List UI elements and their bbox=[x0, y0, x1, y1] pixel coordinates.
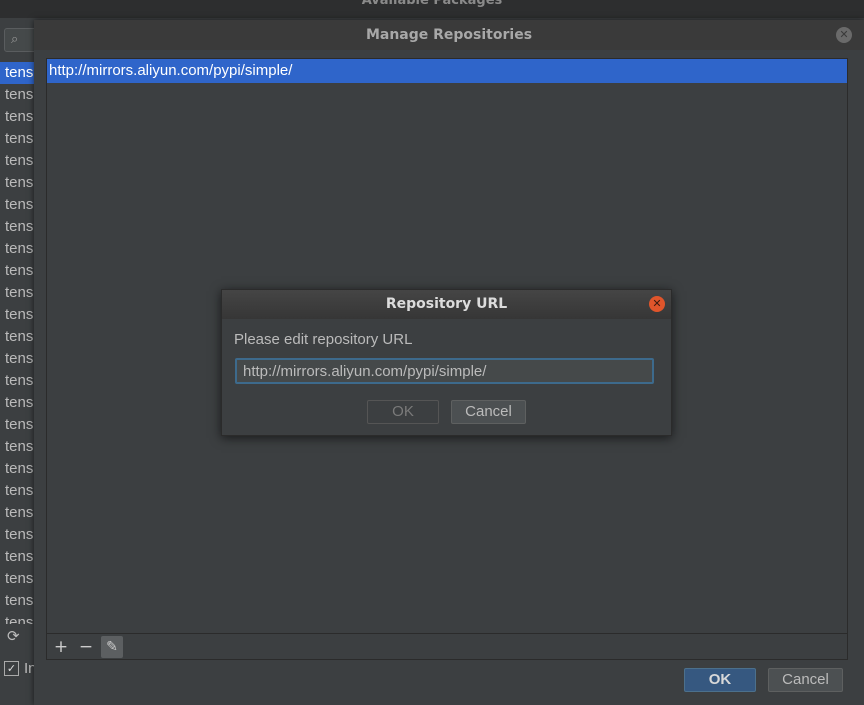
package-list-item[interactable]: tens bbox=[0, 260, 35, 282]
package-list-item[interactable]: tens bbox=[0, 194, 35, 216]
dialog-titlebar: Manage Repositories ✕ bbox=[34, 20, 864, 50]
package-list-item[interactable]: tens bbox=[0, 546, 35, 568]
package-list-item[interactable]: tens bbox=[0, 348, 35, 370]
package-list-item[interactable]: tens bbox=[0, 414, 35, 436]
url-dialog-title: Repository URL bbox=[385, 296, 508, 312]
package-list-item[interactable]: tens bbox=[0, 216, 35, 238]
url-prompt-label: Please edit repository URL bbox=[234, 331, 413, 348]
package-list-item[interactable]: tens bbox=[0, 370, 35, 392]
package-list-item[interactable]: tens bbox=[0, 392, 35, 414]
package-list-item[interactable]: tens bbox=[0, 502, 35, 524]
background-titlebar: Available Packages bbox=[0, 0, 864, 18]
edit-icon[interactable]: ✎ bbox=[101, 636, 123, 658]
refresh-icon[interactable]: ⟳ bbox=[7, 627, 20, 645]
add-icon[interactable]: + bbox=[50, 636, 72, 658]
package-list-item[interactable]: tens bbox=[0, 172, 35, 194]
close-icon[interactable]: ✕ bbox=[836, 27, 852, 43]
repository-url-input[interactable] bbox=[235, 358, 654, 384]
repository-row[interactable]: http://mirrors.aliyun.com/pypi/simple/ bbox=[47, 59, 847, 83]
package-list-item[interactable]: tens bbox=[0, 84, 35, 106]
repository-url-dialog: Repository URL ✕ Please edit repository … bbox=[221, 289, 672, 436]
package-list-item[interactable]: tens bbox=[0, 524, 35, 546]
dialog-title: Manage Repositories bbox=[365, 27, 533, 43]
close-icon[interactable]: ✕ bbox=[649, 296, 665, 312]
package-list-item[interactable]: tens bbox=[0, 150, 35, 172]
checkbox-checked-icon[interactable]: ✓ bbox=[4, 661, 19, 676]
package-list-item[interactable]: tens bbox=[0, 436, 35, 458]
package-list-item[interactable]: tens bbox=[0, 326, 35, 348]
search-icon: ⌕ bbox=[11, 32, 19, 47]
package-list-item[interactable]: tens bbox=[0, 480, 35, 502]
package-list[interactable]: tens tens tens tens tens tens tens tens tens tens… bbox=[0, 62, 35, 624]
url-cancel-button[interactable]: Cancel bbox=[451, 400, 526, 424]
package-list-item[interactable]: tens bbox=[0, 106, 35, 128]
remove-icon[interactable]: − bbox=[75, 636, 97, 658]
url-dialog-titlebar: Repository URL ✕ bbox=[222, 290, 671, 319]
url-ok-button[interactable]: OK bbox=[367, 400, 439, 424]
package-list-item[interactable]: tens bbox=[0, 458, 35, 480]
package-list-item[interactable]: tens bbox=[0, 590, 35, 612]
package-list-item[interactable]: tens bbox=[0, 62, 35, 84]
package-list-item[interactable]: tens bbox=[0, 238, 35, 260]
package-list-item[interactable]: tens bbox=[0, 128, 35, 150]
cancel-button[interactable]: Cancel bbox=[768, 668, 843, 692]
package-list-item[interactable]: tens bbox=[0, 282, 35, 304]
package-list-item[interactable]: tens bbox=[0, 612, 35, 624]
background-window-title: Available Packages bbox=[361, 0, 503, 8]
package-list-item[interactable]: tens bbox=[0, 304, 35, 326]
package-list-item[interactable]: tens bbox=[0, 568, 35, 590]
ok-button[interactable]: OK bbox=[684, 668, 756, 692]
repository-toolbar: + − ✎ bbox=[47, 633, 847, 660]
